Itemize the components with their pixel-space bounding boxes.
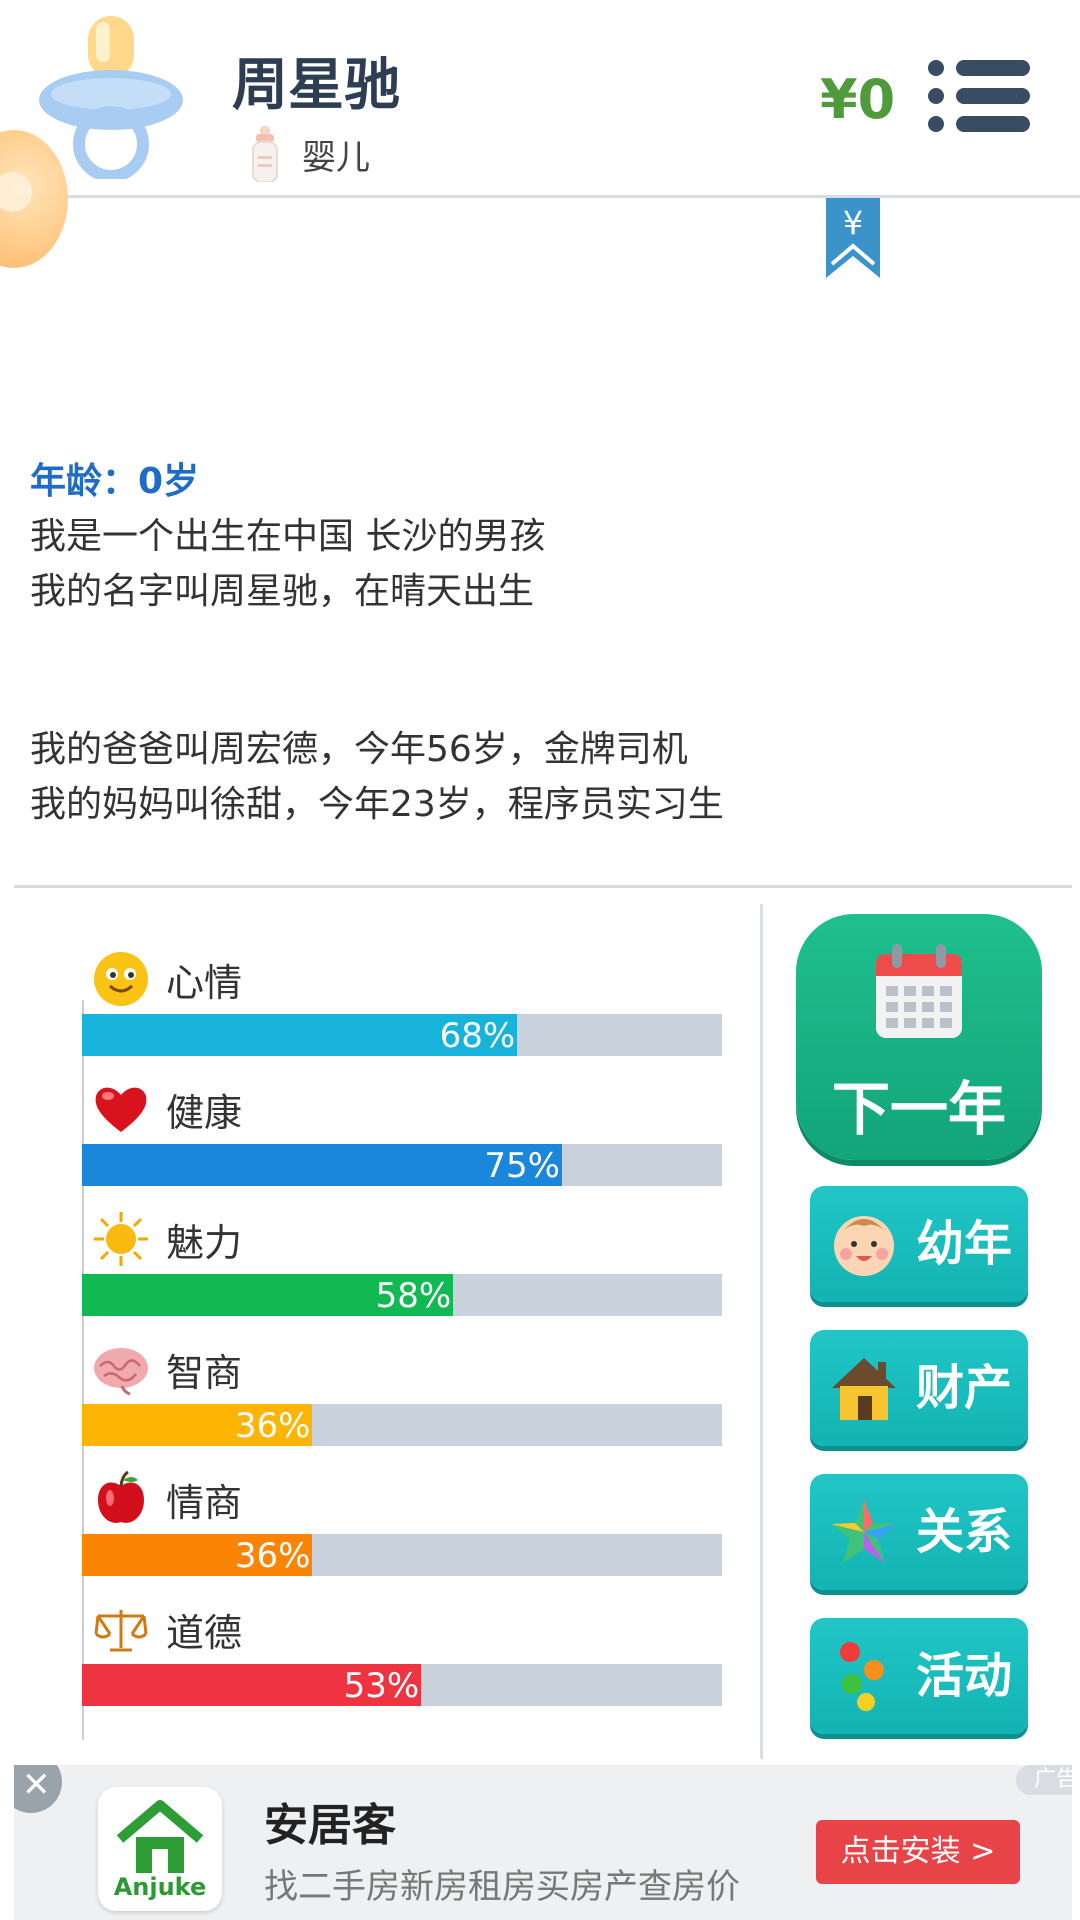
svg-text:¥: ¥ xyxy=(843,204,863,242)
stat-percent: 36% xyxy=(234,1536,311,1576)
relationship-label: 关系 xyxy=(916,1504,1013,1560)
activity-button[interactable]: 活动 xyxy=(810,1618,1028,1734)
life-stage-label: 婴儿 xyxy=(302,137,370,178)
stat-bar-fill: 36% xyxy=(82,1404,313,1446)
ad-tag: 广告 xyxy=(1016,1765,1072,1795)
stat-bar-fill: 68% xyxy=(82,1014,518,1056)
stat-percent: 58% xyxy=(375,1276,452,1316)
childhood-button[interactable]: 幼年 xyxy=(810,1186,1028,1302)
parent-line-mother: 我的妈妈叫徐甜，今年23岁，程序员实习生 xyxy=(30,784,724,825)
menu-icon[interactable] xyxy=(924,56,1030,136)
house-logo-icon xyxy=(116,1800,204,1873)
star-icon xyxy=(831,1500,897,1563)
stat-percent: 53% xyxy=(343,1666,420,1706)
brain-icon xyxy=(94,1348,148,1396)
childhood-label: 幼年 xyxy=(916,1216,1013,1272)
stat-bar-track: 53% xyxy=(82,1664,722,1706)
yuan-bookmark-icon[interactable]: ¥ xyxy=(824,198,882,280)
ad-close-icon[interactable]: ✕ xyxy=(14,1765,62,1813)
age-line: 年龄：0岁 xyxy=(30,461,200,502)
next-year-button[interactable]: 下一年 xyxy=(796,914,1042,1160)
stat-mood: 心情 68% xyxy=(82,948,722,1078)
money-balance: ¥0 xyxy=(820,68,896,131)
stat-bar-track: 36% xyxy=(82,1404,722,1446)
stat-percent: 75% xyxy=(484,1146,560,1186)
calendar-icon xyxy=(876,944,962,1038)
scales-icon xyxy=(94,1610,148,1652)
stat-charm: 魅力 58% xyxy=(82,1208,722,1338)
ad-banner[interactable]: ✕ 广告 Anjuke 安居客 找二手房新房租房买房产查房价 点击安装 > xyxy=(14,1765,1072,1920)
activity-label: 活动 xyxy=(916,1648,1013,1704)
ad-install-button[interactable]: 点击安装 > xyxy=(816,1820,1020,1884)
baby-face-icon xyxy=(834,1216,894,1276)
ad-title: 安居客 xyxy=(264,1800,396,1851)
next-year-label: 下一年 xyxy=(831,1075,1006,1143)
pacifier-icon xyxy=(39,16,183,179)
story-line: 我的名字叫周星驰，在晴天出生 xyxy=(30,571,535,612)
stat-percent: 36% xyxy=(234,1406,311,1446)
stat-bar-track: 36% xyxy=(82,1534,722,1576)
sun-icon xyxy=(94,1212,148,1266)
life-stage: 婴儿 xyxy=(250,124,370,184)
property-label: 财产 xyxy=(916,1360,1013,1416)
story-text: 年龄：0岁 我是一个出生在中国 长沙的男孩 我的名字叫周星驰，在晴天出生 我的爸… xyxy=(30,454,1030,832)
smiley-icon xyxy=(94,952,148,1006)
relationship-button[interactable]: 关系 xyxy=(810,1474,1028,1590)
activity-icon xyxy=(840,1642,884,1711)
parent-line-father: 我的爸爸叫周宏德，今年56岁，金牌司机 xyxy=(30,729,688,770)
stat-bar-fill: 36% xyxy=(82,1534,313,1576)
stat-bar-track: 75% xyxy=(82,1144,722,1186)
stat-percent: 68% xyxy=(439,1016,516,1056)
ad-description: 找二手房新房租房买房产查房价 xyxy=(264,1867,740,1907)
top-header: 周星驰 婴儿 ¥0 xyxy=(0,0,1080,198)
stat-eq: 情商 36% xyxy=(82,1468,722,1598)
stat-bar-fill: 53% xyxy=(82,1664,422,1706)
stat-bar-fill: 75% xyxy=(82,1144,562,1186)
apple-icon xyxy=(98,1470,144,1523)
story-line: 我是一个出生在中国 长沙的男孩 xyxy=(30,516,546,557)
stat-iq: 智商 36% xyxy=(82,1338,722,1468)
vertical-divider xyxy=(760,904,763,1759)
heart-icon xyxy=(95,1087,147,1132)
stat-health: 健康 75% xyxy=(82,1078,722,1208)
stat-bar-track: 68% xyxy=(82,1014,722,1056)
baby-bottle-icon xyxy=(252,126,278,182)
anjuke-logo: Anjuke xyxy=(98,1787,222,1911)
property-button[interactable]: 财产 xyxy=(810,1330,1028,1446)
stat-morality: 道德 53% xyxy=(82,1598,722,1728)
stat-bar-fill: 58% xyxy=(82,1274,454,1316)
section-divider xyxy=(14,885,1072,888)
stat-bar-track: 58% xyxy=(82,1274,722,1316)
house-icon xyxy=(832,1358,896,1420)
player-name: 周星驰 xyxy=(232,53,400,118)
